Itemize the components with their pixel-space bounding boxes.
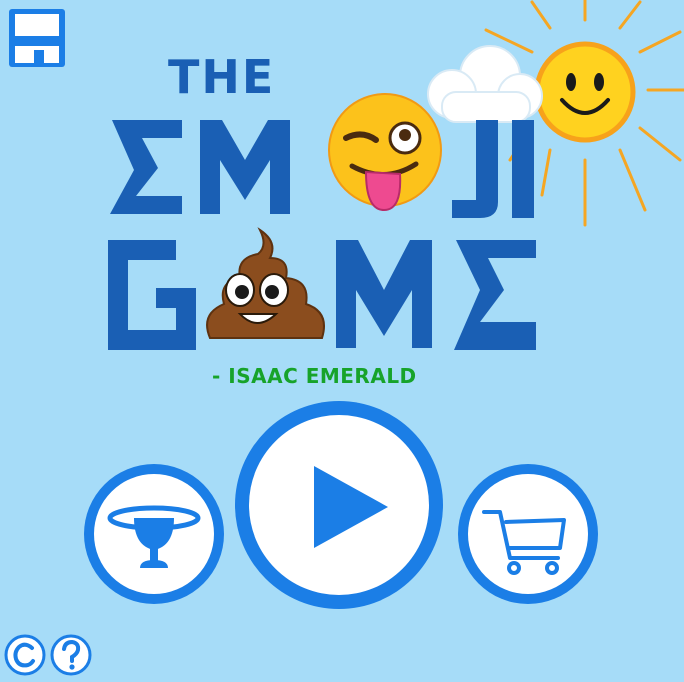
shop-button[interactable] — [452, 458, 604, 610]
title-letter-g — [108, 240, 196, 350]
title-letter-m1 — [200, 120, 290, 214]
winking-tongue-emoji-icon — [328, 93, 442, 212]
save-button[interactable] — [8, 8, 66, 68]
title-letter-j — [452, 120, 498, 218]
game-title — [100, 90, 570, 370]
floppy-disk-icon — [9, 9, 65, 67]
question-mark-icon — [50, 634, 92, 676]
title-letter-i — [512, 120, 534, 218]
play-button[interactable] — [232, 398, 446, 612]
title-letter-e1 — [110, 120, 182, 214]
title-letter-m2 — [336, 240, 432, 348]
credits-button[interactable] — [4, 634, 46, 676]
author-credit: - ISAAC EMERALD — [212, 364, 417, 388]
help-button[interactable] — [50, 634, 92, 676]
pile-of-poo-emoji-icon — [206, 227, 325, 339]
title-letter-e2 — [454, 240, 536, 350]
copyright-icon — [4, 634, 46, 676]
leaderboard-button[interactable] — [78, 458, 230, 610]
